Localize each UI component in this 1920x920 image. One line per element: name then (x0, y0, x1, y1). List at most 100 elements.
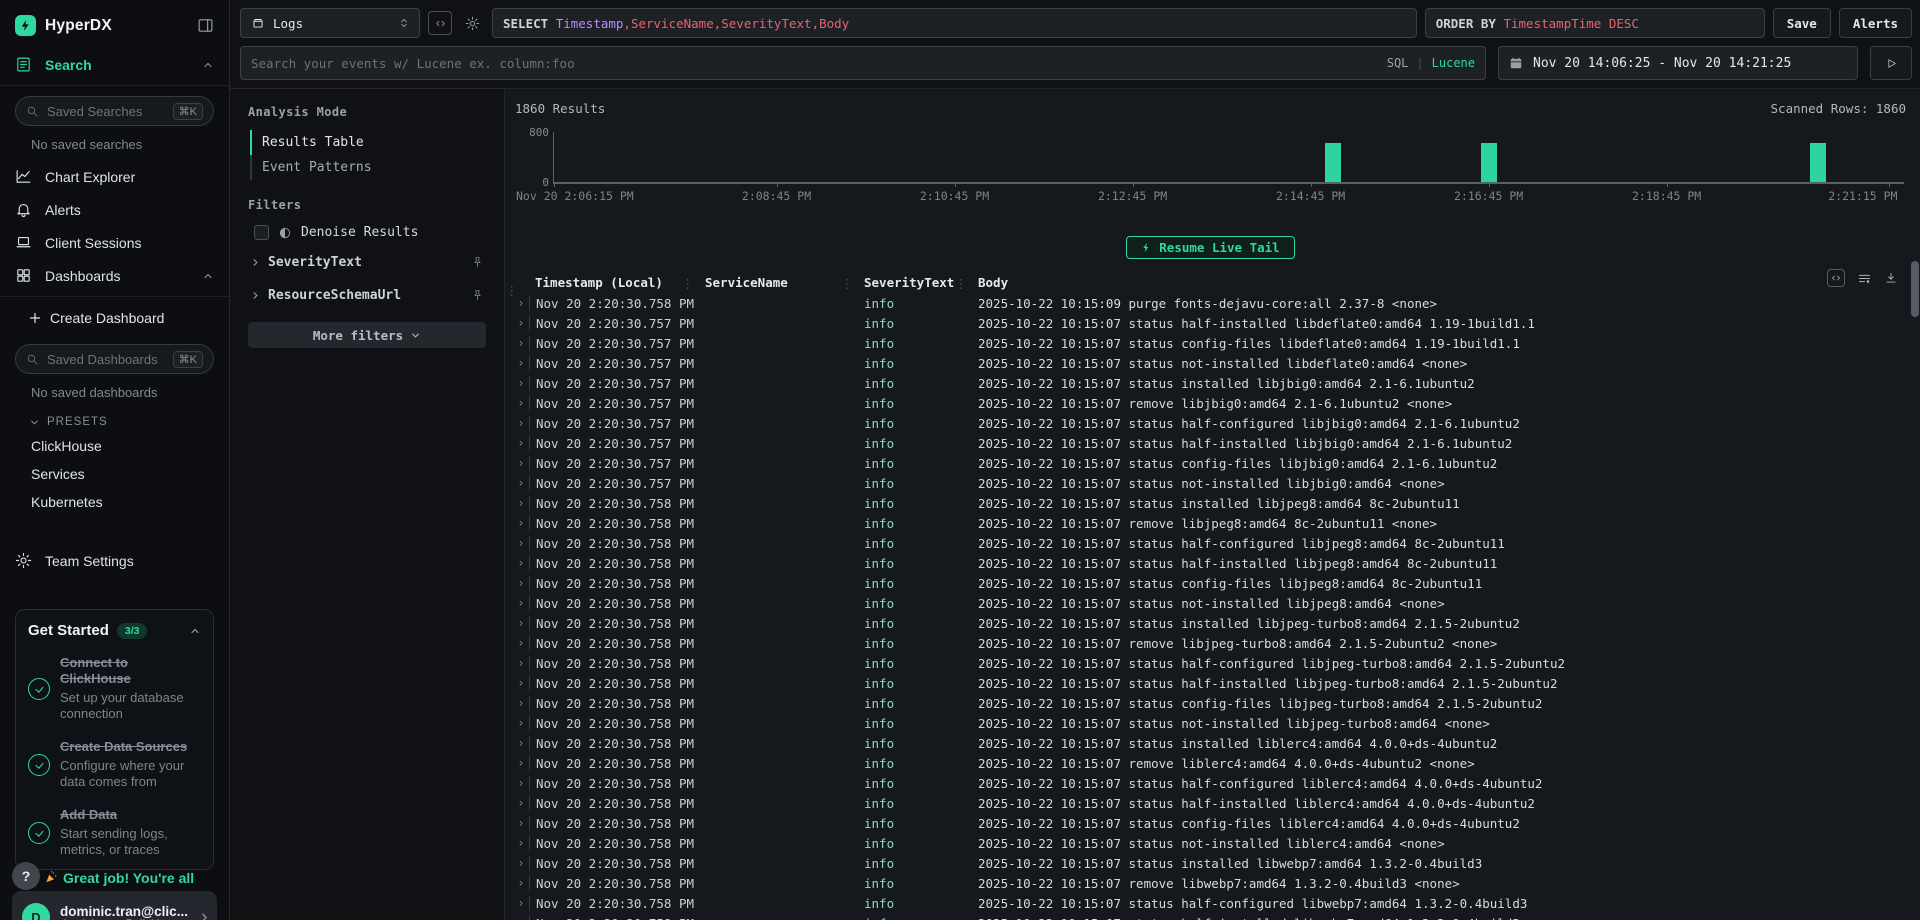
sidebar-item-chart-explorer[interactable]: Chart Explorer (0, 160, 229, 193)
denoise-checkbox[interactable] (254, 225, 269, 240)
histogram-bar[interactable] (1481, 143, 1497, 182)
table-row[interactable]: ›Nov 20 2:20:30.757 PMinfo2025-10-22 10:… (513, 433, 1908, 453)
table-row[interactable]: ›Nov 20 2:20:30.757 PMinfo2025-10-22 10:… (513, 453, 1908, 473)
row-expand-icon[interactable]: › (513, 436, 529, 450)
scrollbar-thumb[interactable] (1911, 261, 1919, 317)
table-row[interactable]: ›Nov 20 2:20:30.758 PMinfo2025-10-22 10:… (513, 853, 1908, 873)
table-row[interactable]: ›Nov 20 2:20:30.758 PMinfo2025-10-22 10:… (513, 653, 1908, 673)
row-expand-icon[interactable]: › (513, 296, 529, 310)
table-row[interactable]: ›Nov 20 2:20:30.758 PMinfo2025-10-22 10:… (513, 613, 1908, 633)
row-expand-icon[interactable]: › (513, 576, 529, 590)
lucene-mode-toggle[interactable]: Lucene (1432, 56, 1475, 70)
table-row[interactable]: ›Nov 20 2:20:30.758 PMinfo2025-10-22 10:… (513, 533, 1908, 553)
date-range-picker[interactable]: Nov 20 14:06:25 - Nov 20 14:21:25 (1498, 46, 1858, 80)
saved-searches-input[interactable]: Saved Searches ⌘K (15, 96, 214, 126)
row-expand-icon[interactable]: › (513, 916, 529, 920)
sidebar-collapse-button[interactable] (197, 17, 214, 34)
row-expand-icon[interactable]: › (513, 516, 529, 530)
alerts-button[interactable]: Alerts (1839, 8, 1912, 38)
table-row[interactable]: ›Nov 20 2:20:30.758 PMinfo2025-10-22 10:… (513, 633, 1908, 653)
denoise-results-toggle[interactable]: Denoise Results (254, 225, 486, 240)
get-started-item[interactable]: Create Data SourcesConfigure where your … (28, 739, 201, 791)
sidebar-item-search[interactable]: Search (0, 48, 229, 81)
row-expand-icon[interactable]: › (513, 776, 529, 790)
table-row[interactable]: ›Nov 20 2:20:30.758 PMinfo2025-10-22 10:… (513, 493, 1908, 513)
row-expand-icon[interactable]: › (513, 896, 529, 910)
table-row[interactable]: ›Nov 20 2:20:30.758 PMinfo2025-10-22 10:… (513, 793, 1908, 813)
table-row[interactable]: ›Nov 20 2:20:30.757 PMinfo2025-10-22 10:… (513, 473, 1908, 493)
table-row[interactable]: ›Nov 20 2:20:30.757 PMinfo2025-10-22 10:… (513, 313, 1908, 333)
row-expand-icon[interactable]: › (513, 616, 529, 630)
pin-icon[interactable] (471, 256, 484, 269)
select-columns-input[interactable]: SELECT Timestamp,ServiceName,SeverityTex… (492, 8, 1417, 38)
pin-icon[interactable] (471, 289, 484, 302)
resume-live-tail-button[interactable]: Resume Live Tail (1126, 236, 1294, 259)
histogram-plot-area[interactable]: Nov 20 2:06:15 PM2:08:45 PM2:10:45 PM2:1… (553, 132, 1904, 184)
presets-toggle[interactable]: PRESETS (0, 408, 229, 432)
histogram-bar[interactable] (1810, 143, 1826, 182)
table-row[interactable]: ›Nov 20 2:20:30.758 PMinfo2025-10-22 10:… (513, 833, 1908, 853)
create-dashboard-button[interactable]: Create Dashboard (0, 301, 229, 334)
order-by-input[interactable]: ORDER BY TimestampTime DESC (1425, 8, 1765, 38)
row-expand-icon[interactable]: › (513, 316, 529, 330)
table-row[interactable]: ›Nov 20 2:20:30.758 PMinfo2025-10-22 10:… (513, 673, 1908, 693)
saved-dashboards-input[interactable]: Saved Dashboards ⌘K (15, 344, 214, 374)
analysis-mode-event-patterns[interactable]: Event Patterns (250, 155, 486, 180)
source-settings-button[interactable] (460, 11, 484, 35)
row-expand-icon[interactable]: › (513, 856, 529, 870)
code-view-icon[interactable] (1827, 269, 1845, 287)
table-row[interactable]: ›Nov 20 2:20:30.757 PMinfo2025-10-22 10:… (513, 393, 1908, 413)
row-expand-icon[interactable]: › (513, 876, 529, 890)
row-expand-icon[interactable]: › (513, 496, 529, 510)
table-row[interactable]: ›Nov 20 2:20:30.757 PMinfo2025-10-22 10:… (513, 413, 1908, 433)
get-started-item[interactable]: Connect to ClickHouseSet up your databas… (28, 655, 201, 723)
row-expand-icon[interactable]: › (513, 796, 529, 810)
filter-group-severitytext[interactable]: SeverityText (248, 246, 486, 279)
get-started-item[interactable]: Add DataStart sending logs, metrics, or … (28, 807, 201, 859)
preset-kubernetes[interactable]: Kubernetes (0, 488, 229, 516)
table-row[interactable]: ›Nov 20 2:20:30.758 PMinfo2025-10-22 10:… (513, 873, 1908, 893)
sidebar-item-dashboards[interactable]: Dashboards (0, 259, 229, 292)
row-expand-icon[interactable]: › (513, 556, 529, 570)
table-row[interactable]: ›Nov 20 2:20:30.757 PMinfo2025-10-22 10:… (513, 333, 1908, 353)
table-row[interactable]: ›Nov 20 2:20:30.758 PMinfo2025-10-22 10:… (513, 813, 1908, 833)
column-header-body[interactable]: Body (978, 275, 1908, 290)
row-expand-icon[interactable]: › (513, 476, 529, 490)
row-expand-icon[interactable]: › (513, 636, 529, 650)
row-expand-icon[interactable]: › (513, 816, 529, 830)
user-menu[interactable]: D dominic.tran@clic... dominic.tran@clic… (12, 891, 217, 920)
row-expand-icon[interactable]: › (513, 416, 529, 430)
table-row[interactable]: ›Nov 20 2:20:30.758 PMinfo2025-10-22 10:… (513, 553, 1908, 573)
preset-services[interactable]: Services (0, 460, 229, 488)
row-expand-icon[interactable]: › (513, 336, 529, 350)
more-filters-button[interactable]: More filters (248, 322, 486, 348)
table-row[interactable]: ›Nov 20 2:20:30.758 PMinfo2025-10-22 10:… (513, 293, 1908, 313)
table-row[interactable]: ›Nov 20 2:20:30.758 PMinfo2025-10-22 10:… (513, 573, 1908, 593)
analysis-mode-results-table[interactable]: Results Table (250, 130, 486, 155)
row-expand-icon[interactable]: › (513, 656, 529, 670)
table-row[interactable]: ›Nov 20 2:20:30.758 PMinfo2025-10-22 10:… (513, 733, 1908, 753)
row-expand-icon[interactable]: › (513, 536, 529, 550)
edit-source-code-button[interactable] (428, 11, 452, 35)
filter-group-resourceschemaurl[interactable]: ResourceSchemaUrl (248, 279, 486, 312)
row-expand-icon[interactable]: › (513, 836, 529, 850)
row-expand-icon[interactable]: › (513, 376, 529, 390)
table-row[interactable]: ›Nov 20 2:20:30.758 PMinfo2025-10-22 10:… (513, 713, 1908, 733)
column-header-timestamp-local-[interactable]: Timestamp (Local) (529, 275, 705, 290)
save-button[interactable]: Save (1773, 8, 1831, 38)
table-row[interactable]: ›Nov 20 2:20:30.758 PMinfo2025-10-22 10:… (513, 773, 1908, 793)
source-select[interactable]: Logs (240, 8, 420, 38)
wrap-lines-icon[interactable] (1857, 271, 1872, 286)
table-row[interactable]: ›Nov 20 2:20:30.757 PMinfo2025-10-22 10:… (513, 373, 1908, 393)
row-expand-icon[interactable]: › (513, 596, 529, 610)
get-started-header[interactable]: Get Started 3/3 (28, 622, 201, 639)
row-expand-icon[interactable]: › (513, 716, 529, 730)
row-expand-icon[interactable]: › (513, 356, 529, 370)
preset-clickhouse[interactable]: ClickHouse (0, 432, 229, 460)
table-row[interactable]: ›Nov 20 2:20:30.758 PMinfo2025-10-22 10:… (513, 693, 1908, 713)
run-query-button[interactable] (1870, 46, 1912, 80)
table-row[interactable]: ›Nov 20 2:20:30.757 PMinfo2025-10-22 10:… (513, 353, 1908, 373)
table-row[interactable]: ›Nov 20 2:20:30.758 PMinfo2025-10-22 10:… (513, 593, 1908, 613)
column-header-severitytext[interactable]: SeverityText (864, 275, 978, 290)
row-expand-icon[interactable]: › (513, 756, 529, 770)
